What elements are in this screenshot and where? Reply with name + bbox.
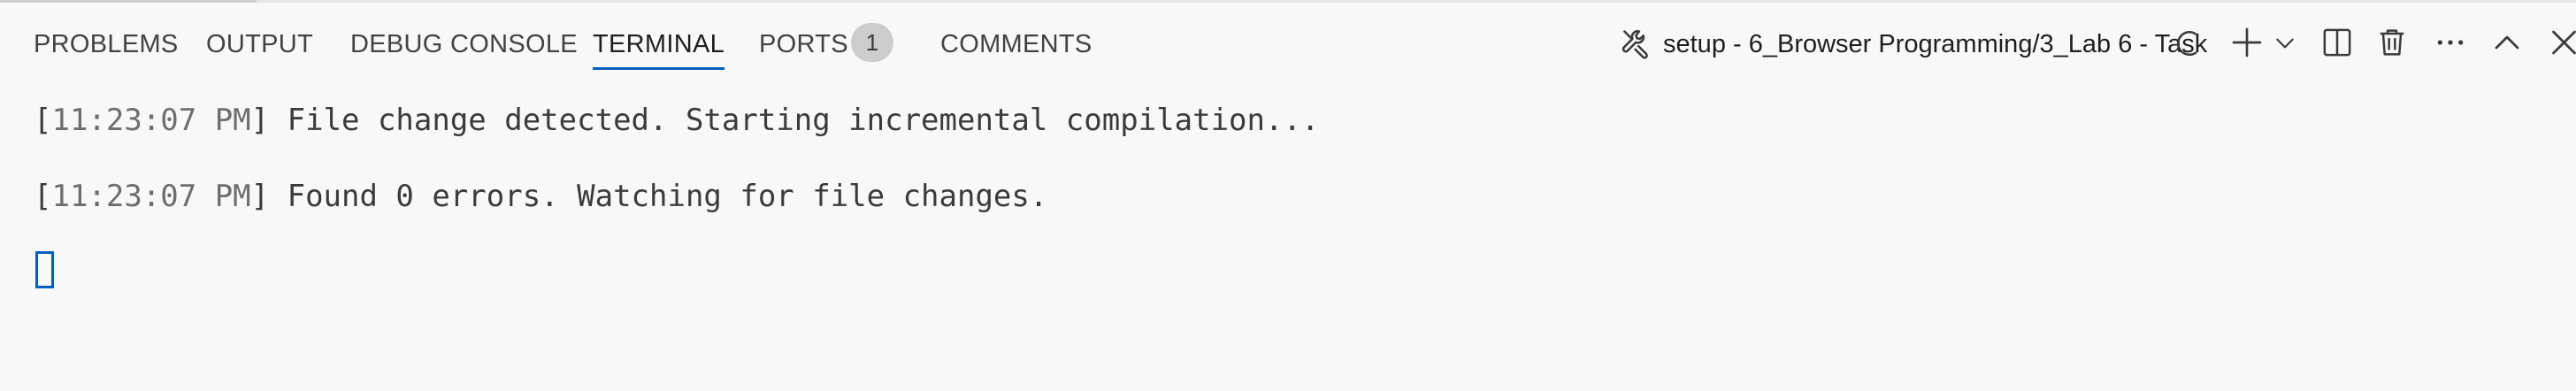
tab-problems[interactable]: PROBLEMS bbox=[34, 27, 179, 71]
terminal-task-title[interactable]: setup - 6_Browser Programming/3_Lab 6 - … bbox=[1663, 27, 2207, 62]
ports-count-badge: 1 bbox=[851, 23, 893, 62]
ellipsis-icon[interactable] bbox=[2433, 25, 2468, 60]
terminal-message: Found 0 errors. Watching for file change… bbox=[269, 179, 1048, 214]
terminal-message: File change detected. Starting increment… bbox=[269, 103, 1320, 138]
tab-ports[interactable]: PORTS bbox=[759, 27, 848, 71]
tab-comments[interactable]: COMMENTS bbox=[940, 27, 1092, 71]
split-icon[interactable] bbox=[2319, 25, 2355, 60]
timestamp: [11:23:07 PM] bbox=[34, 103, 270, 138]
terminal-output[interactable]: [11:23:07 PM] File change detected. Star… bbox=[0, 88, 2576, 391]
tools-icon bbox=[1622, 30, 1648, 59]
tab-terminal[interactable]: TERMINAL bbox=[593, 27, 725, 71]
chevron-up-icon[interactable] bbox=[2491, 27, 2523, 58]
terminal-cursor bbox=[35, 251, 54, 288]
chevron-down-icon[interactable] bbox=[2273, 32, 2296, 55]
terminal-line: [11:23:07 PM] Found 0 errors. Watching f… bbox=[34, 177, 1047, 216]
tab-output[interactable]: OUTPUT bbox=[206, 27, 313, 71]
loading-spinner-icon bbox=[2177, 31, 2197, 56]
plus-icon[interactable] bbox=[2229, 25, 2265, 60]
panel: PROBLEMS OUTPUT DEBUG CONSOLE TERMINAL P… bbox=[0, 0, 2576, 391]
tab-debug-console[interactable]: DEBUG CONSOLE bbox=[350, 27, 578, 71]
trash-icon[interactable] bbox=[2374, 25, 2410, 60]
close-icon[interactable] bbox=[2549, 27, 2576, 58]
timestamp: [11:23:07 PM] bbox=[34, 179, 270, 214]
terminal-line: [11:23:07 PM] File change detected. Star… bbox=[34, 101, 1319, 140]
panel-tab-bar: PROBLEMS OUTPUT DEBUG CONSOLE TERMINAL P… bbox=[0, 0, 2576, 88]
